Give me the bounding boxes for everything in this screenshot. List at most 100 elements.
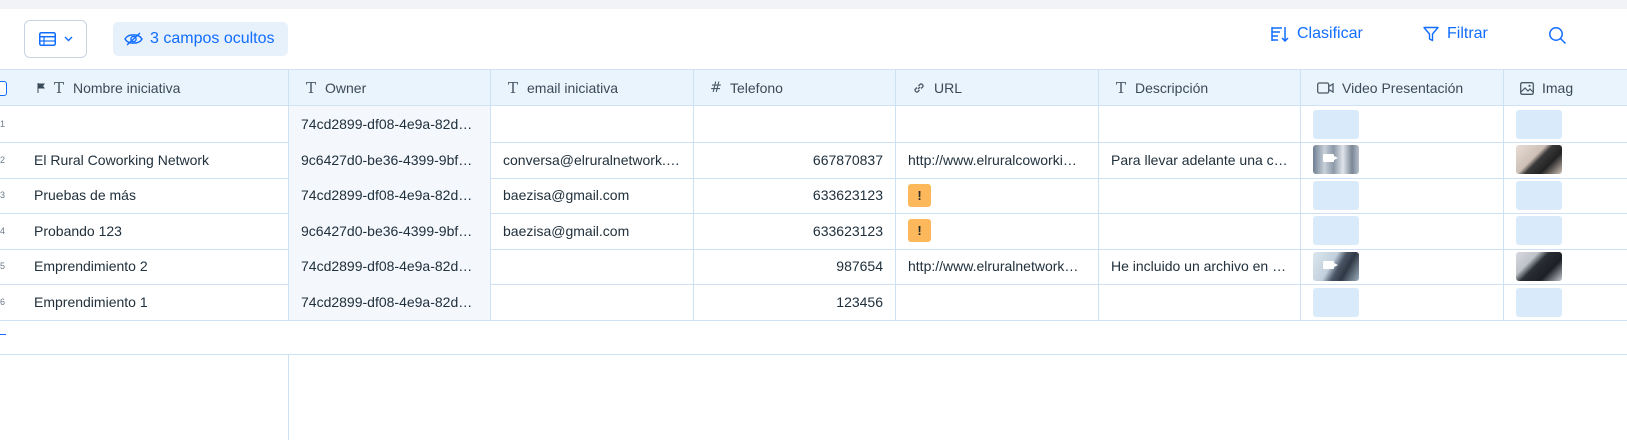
cell-url[interactable]: ! — [896, 212, 1099, 249]
cell-telefono[interactable]: 123456 — [694, 284, 896, 320]
top-strip — [0, 0, 1627, 9]
cell-nombre[interactable]: El Rural Coworking Network — [0, 141, 289, 178]
image-thumbnail[interactable] — [1516, 145, 1562, 175]
cell-text: 123456 — [836, 294, 883, 310]
table-row[interactable]: 4 Probando 123 9c6427d0-be36-4399-9bf… baez… — [0, 212, 1627, 250]
empty-media-placeholder[interactable] — [1313, 180, 1359, 210]
cell-nombre[interactable]: Pruebas de más — [0, 177, 289, 214]
cell-owner[interactable]: 74cd2899-df08-4e9a-82d… — [289, 177, 491, 214]
sort-label: Clasificar — [1297, 25, 1363, 42]
cell-email[interactable]: baezisa@gmail.com — [491, 177, 694, 214]
column-label: email iniciativa — [527, 80, 619, 96]
cell-owner[interactable]: 74cd2899-df08-4e9a-82d… — [289, 106, 491, 142]
cell-telefono[interactable]: 633623123 — [694, 212, 896, 249]
view-switcher-button[interactable] — [24, 20, 87, 58]
cell-owner[interactable]: 74cd2899-df08-4e9a-82d… — [289, 248, 491, 285]
empty-media-placeholder[interactable] — [1313, 287, 1359, 317]
empty-media-placeholder[interactable] — [1516, 109, 1562, 139]
cell-imagen[interactable] — [1504, 106, 1627, 142]
cell-video[interactable] — [1301, 248, 1504, 285]
cell-owner[interactable]: 74cd2899-df08-4e9a-82d… — [289, 284, 491, 320]
cell-video[interactable] — [1301, 106, 1504, 142]
cell-imagen[interactable] — [1504, 142, 1627, 178]
warning-badge[interactable]: ! — [908, 183, 931, 207]
cell-url[interactable] — [896, 284, 1099, 320]
cell-text: 9c6427d0-be36-4399-9bf… — [301, 151, 473, 168]
link-icon — [914, 83, 924, 93]
cell-telefono[interactable]: 633623123 — [694, 177, 896, 214]
cell-url[interactable]: http://www.elruralnetwork… — [896, 248, 1099, 285]
cell-video[interactable] — [1301, 141, 1504, 178]
table-row[interactable]: 5 Emprendimiento 2 74cd2899-df08-4e9a-82d…… — [0, 248, 1627, 286]
warning-badge[interactable]: ! — [908, 219, 931, 243]
empty-media-placeholder[interactable] — [1516, 216, 1562, 246]
cell-video[interactable] — [1301, 212, 1504, 249]
cell-imagen[interactable] — [1504, 177, 1627, 213]
image-thumbnail[interactable] — [1516, 251, 1562, 281]
sort-button[interactable]: Clasificar — [1271, 25, 1363, 43]
cell-descripcion[interactable] — [1099, 284, 1301, 320]
cell-imagen[interactable] — [1504, 248, 1627, 284]
column-header-imagen[interactable]: Imag — [1504, 70, 1627, 106]
cell-text: 74cd2899-df08-4e9a-82d… — [301, 258, 473, 275]
cell-telefono[interactable] — [694, 106, 896, 142]
table-row[interactable]: 1 74cd2899-df08-4e9a-82d… — [0, 106, 1627, 143]
cell-owner[interactable]: 9c6427d0-be36-4399-9bf… — [289, 212, 491, 249]
cell-email[interactable] — [491, 284, 694, 320]
cell-text: Para llevar adelante una c… — [1111, 151, 1288, 168]
text-icon: T — [1115, 79, 1126, 97]
cell-imagen[interactable] — [1504, 213, 1627, 249]
cell-descripcion[interactable] — [1099, 177, 1301, 214]
sort-icon — [1271, 27, 1289, 42]
cell-text: http://www.elruralnetwork… — [908, 258, 1079, 275]
hidden-fields-label: 3 campos ocultos — [150, 30, 275, 47]
cell-email[interactable]: baezisa@gmail.com — [491, 212, 694, 249]
cell-text: He incluido un archivo en … — [1111, 258, 1287, 275]
empty-media-placeholder[interactable] — [1516, 180, 1562, 210]
hidden-fields-button[interactable]: 3 campos ocultos — [113, 22, 288, 56]
video-camera-icon — [1323, 260, 1338, 269]
empty-media-placeholder[interactable] — [1516, 287, 1562, 317]
cell-descripcion[interactable] — [1099, 212, 1301, 249]
cell-nombre[interactable]: Emprendimiento 1 — [0, 284, 289, 320]
cell-text: conversa@elruralnetwork.… — [503, 151, 680, 168]
empty-media-placeholder[interactable] — [1313, 109, 1359, 139]
eye-hidden-icon — [124, 32, 143, 46]
cell-email[interactable] — [491, 248, 694, 285]
cell-nombre[interactable] — [0, 106, 289, 142]
add-row-button[interactable] — [0, 318, 1627, 355]
cell-telefono[interactable]: 987654 — [694, 248, 896, 285]
cell-text: El Rural Coworking Network — [34, 151, 210, 168]
video-thumbnail[interactable] — [1313, 145, 1359, 175]
cell-url[interactable]: ! — [896, 177, 1099, 214]
cell-telefono[interactable]: 667870837 — [694, 141, 896, 178]
column-header-video[interactable]: Video Presentación — [1301, 70, 1504, 106]
cell-video[interactable] — [1301, 177, 1504, 214]
column-header-email[interactable]: T email iniciativa — [491, 70, 694, 106]
column-header-owner[interactable]: T Owner — [289, 70, 491, 106]
cell-owner[interactable]: 9c6427d0-be36-4399-9bf… — [289, 141, 491, 178]
column-header-url[interactable]: URL — [896, 70, 1099, 106]
add-icon — [0, 334, 6, 335]
cell-descripcion[interactable]: Para llevar adelante una c… — [1099, 141, 1301, 178]
table-row[interactable]: 2 El Rural Coworking Network 9c6427d0-be36… — [0, 141, 1627, 179]
cell-descripcion[interactable] — [1099, 106, 1301, 142]
cell-email[interactable]: conversa@elruralnetwork.… — [491, 141, 694, 178]
cell-imagen[interactable] — [1504, 284, 1627, 320]
cell-url[interactable]: http://www.elruralcoworki… — [896, 141, 1099, 178]
table-row[interactable]: 3 Pruebas de más 74cd2899-df08-4e9a-82d… ba… — [0, 177, 1627, 215]
column-header-nombre[interactable]: T Nombre iniciativa — [0, 70, 289, 106]
search-button[interactable] — [1548, 26, 1567, 45]
cell-nombre[interactable]: Probando 123 — [0, 212, 289, 249]
filter-button[interactable]: Filtrar — [1423, 25, 1488, 43]
video-thumbnail[interactable] — [1313, 251, 1359, 281]
column-header-descripcion[interactable]: T Descripción — [1099, 70, 1301, 106]
cell-nombre[interactable]: Emprendimiento 2 — [0, 248, 289, 285]
column-header-telefono[interactable]: # Telefono — [694, 70, 896, 106]
empty-media-placeholder[interactable] — [1313, 216, 1359, 246]
cell-video[interactable] — [1301, 284, 1504, 320]
cell-url[interactable] — [896, 106, 1099, 142]
table-row[interactable]: 6 Emprendimiento 1 74cd2899-df08-4e9a-82d…… — [0, 284, 1627, 321]
cell-descripcion[interactable]: He incluido un archivo en … — [1099, 248, 1301, 285]
cell-email[interactable] — [491, 106, 694, 142]
